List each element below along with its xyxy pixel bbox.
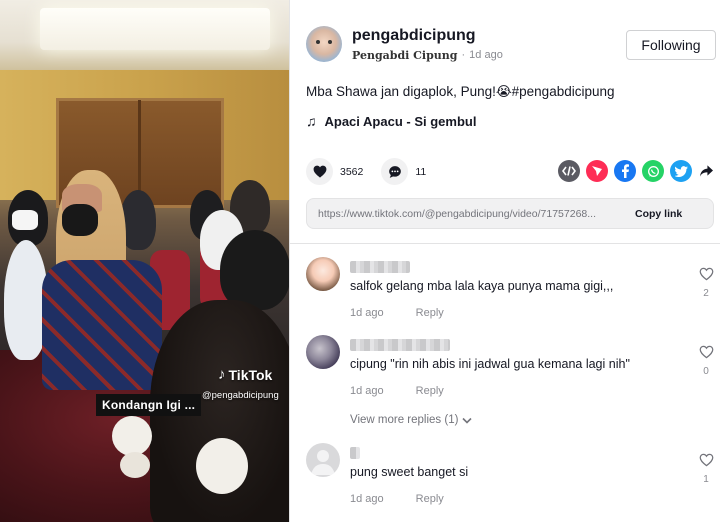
copy-link-box: https://www.tiktok.com/@pengabdicipung/v… [306,198,714,229]
commenter-avatar[interactable] [306,257,340,291]
post-age: 1d ago [469,49,503,61]
video-ceiling-light [40,8,270,50]
video-person [220,230,289,310]
author-meta: Pengabdi Cipung · 1d ago [352,49,503,62]
tiktok-logo-icon: ♪ [218,366,226,383]
commenter-name-blurred[interactable] [350,261,410,273]
author-avatar[interactable] [306,26,342,62]
comment-like-count: 1 [703,474,709,485]
video-player[interactable]: ♪ TikTok @pengabdicipung Kondangn Igi ..… [0,0,289,522]
heart-outline-icon [699,267,713,281]
heart-outline-icon [699,453,713,467]
copy-link-button[interactable]: Copy link [631,208,682,220]
commenter-name-blurred[interactable] [350,339,450,351]
comment-item: salfok gelang mba lala kaya punya mama g… [306,257,716,327]
video-caption: Kondangn Igi ... [96,394,202,416]
comment-button[interactable] [381,158,409,185]
tiktok-watermark-label: TikTok [228,366,273,383]
chevron-down-icon [462,417,473,424]
like-count: 3562 [340,165,364,178]
comment-like[interactable]: 1 [696,453,716,485]
comment-like-count: 2 [703,288,709,299]
music-link[interactable]: ♫ Apaci Apacu - Si gembul [306,113,476,129]
commenter-name-blurred[interactable] [350,447,360,459]
view-more-label[interactable]: View more replies (1) [350,414,458,426]
share-row [558,160,714,182]
comment-meta: 1d ago Reply [350,385,444,397]
comment-like[interactable]: 0 [696,345,716,377]
video-person-mask [12,210,38,230]
author-nickname[interactable]: Pengabdi Cipung [352,49,458,62]
comment-count: 11 [415,165,427,178]
reply-button[interactable]: Reply [416,493,444,505]
video-hair-bow [196,438,248,494]
comment-item: pung sweet banget si 1d ago Reply 1 [306,443,716,513]
tiktok-watermark: ♪ TikTok [218,366,272,383]
comment-text: cipung "rin nih abis ini jadwal gua kema… [350,357,630,371]
post-description: Mba Shawa jan digaplok, Pung!😭#pengabdic… [306,84,615,99]
comment-meta: 1d ago Reply [350,307,444,319]
twitter-icon[interactable] [670,160,692,182]
commenter-avatar[interactable] [306,335,340,369]
share-arrow-icon[interactable] [698,160,714,182]
heart-icon [313,165,326,178]
heart-outline-icon [699,345,713,359]
whatsapp-icon[interactable] [642,160,664,182]
following-button[interactable]: Following [626,30,716,60]
comment-like-count: 0 [703,366,709,377]
video-hair-bow [112,416,152,456]
reply-button[interactable]: Reply [416,307,444,319]
comment-age: 1d ago [350,307,384,319]
video-dress [42,260,162,390]
like-button[interactable] [306,158,333,185]
comment-text: salfok gelang mba lala kaya punya mama g… [350,279,614,293]
comments-divider [290,243,720,244]
reply-button[interactable]: Reply [416,385,444,397]
video-mask [62,204,98,236]
view-more-replies[interactable]: View more replies (1) [350,414,473,426]
facebook-icon[interactable] [614,160,636,182]
music-note-icon: ♫ [306,113,317,129]
comment-age: 1d ago [350,385,384,397]
action-bar: 3562 11 [306,158,426,185]
comment-text: pung sweet banget si [350,465,469,479]
comment-meta: 1d ago Reply [350,493,444,505]
author-username[interactable]: pengabdicipung [352,27,476,45]
commenter-avatar[interactable] [306,443,340,477]
comment-like[interactable]: 2 [696,267,716,299]
music-title[interactable]: Apaci Apacu - Si gembul [325,114,477,129]
video-url[interactable]: https://www.tiktok.com/@pengabdicipung/v… [307,208,631,220]
meta-separator: · [461,49,466,61]
default-user-icon [311,450,335,475]
comment-age: 1d ago [350,493,384,505]
comment-item: cipung "rin nih abis ini jadwal gua kema… [306,335,716,405]
video-hair-bow [120,452,150,478]
embed-icon[interactable] [558,160,580,182]
send-icon[interactable] [586,160,608,182]
comment-icon [389,165,401,178]
post-panel: pengabdicipung Pengabdi Cipung · 1d ago … [290,0,720,522]
tiktok-watermark-handle: @pengabdicipung [202,390,279,401]
